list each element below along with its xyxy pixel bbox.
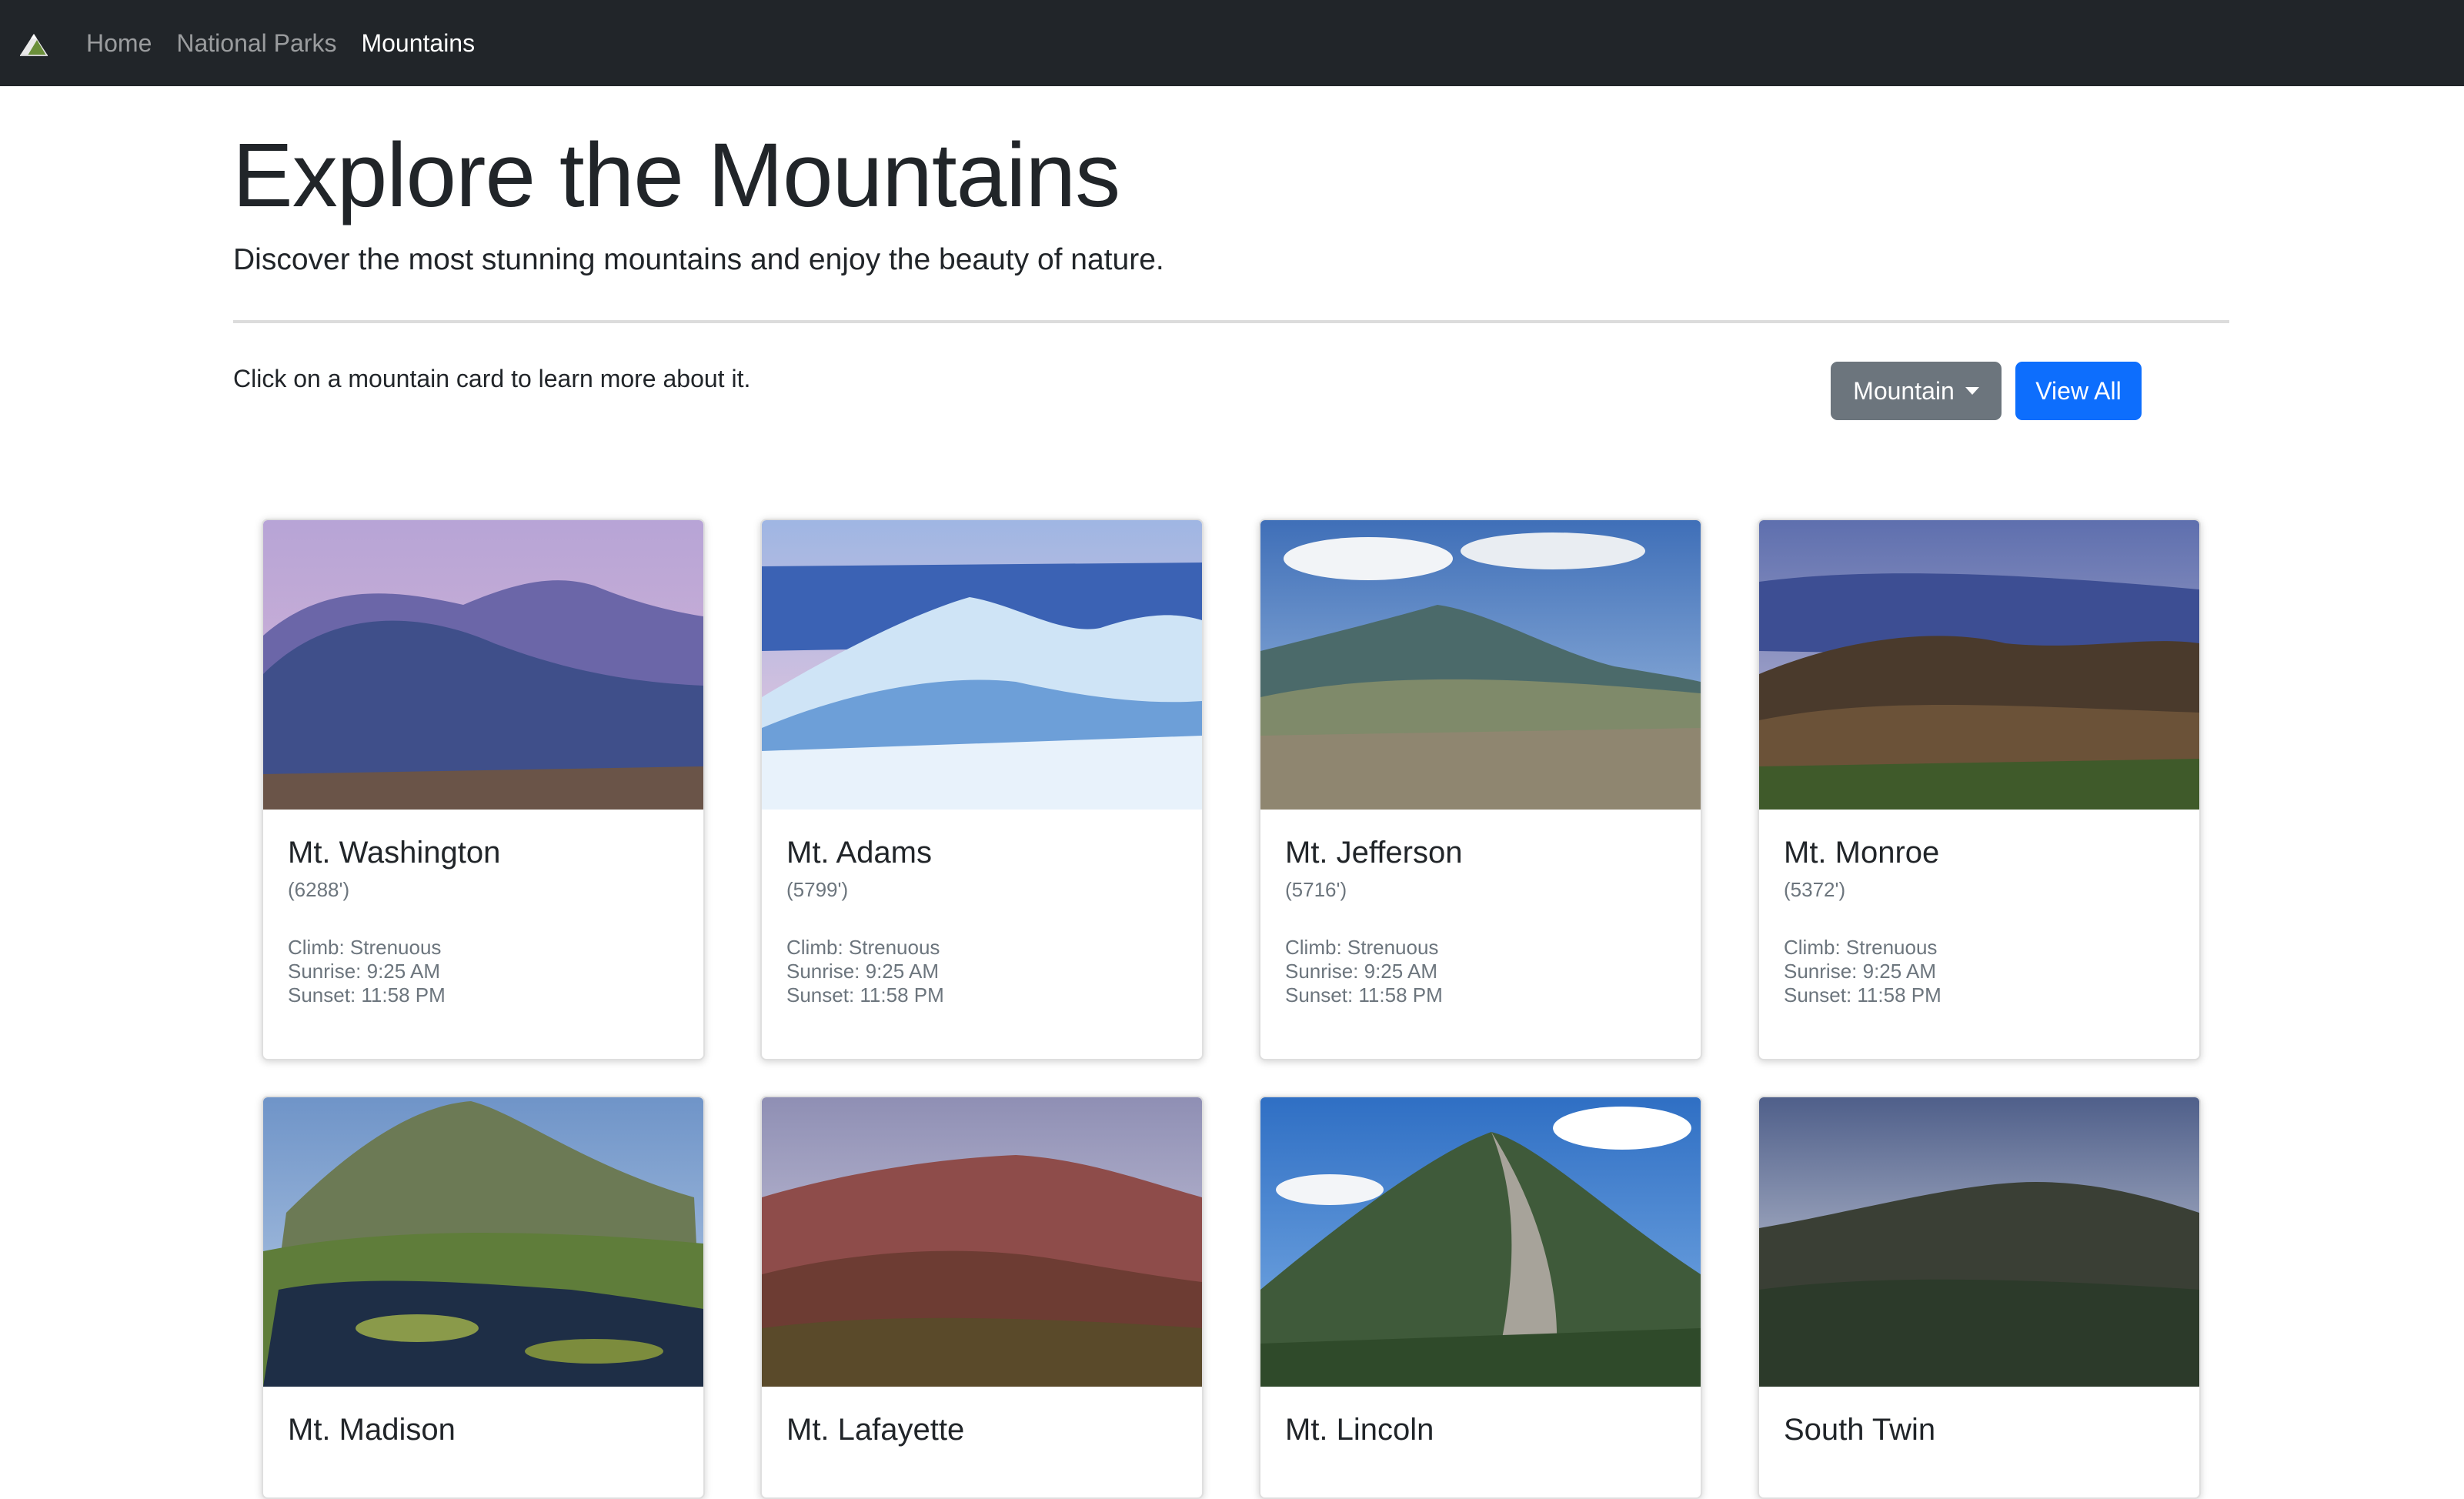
card-title: South Twin [1784,1413,1936,1447]
mountain-card-lafayette[interactable]: Mt. Lafayette [760,1096,1204,1499]
mountain-card-adams[interactable]: Mt. Adams (5799') Climb: Strenuous Sunri… [760,519,1204,1060]
mountain-photo [263,1097,703,1387]
card-sunset: Sunset: 11:58 PM [288,983,446,1007]
card-title: Mt. Madison [288,1413,456,1447]
nav-link-national-parks[interactable]: National Parks [176,29,336,58]
card-sunset: Sunset: 11:58 PM [1784,983,1941,1007]
card-sunset: Sunset: 11:58 PM [786,983,944,1007]
nav-link-mountains[interactable]: Mountains [361,29,475,58]
mountain-card-madison[interactable]: Mt. Madison [262,1096,705,1499]
mountain-logo-icon[interactable] [18,31,49,57]
instruction-text: Click on a mountain card to learn more a… [233,365,751,392]
nav-links: Home National Parks Mountains [86,0,475,86]
mountain-card-south-twin[interactable]: South Twin [1758,1096,2201,1499]
view-all-button[interactable]: View All [2015,362,2142,420]
card-details: Climb: Strenuous Sunrise: 9:25 AM Sunset… [288,936,679,1007]
card-title: Mt. Washington [288,836,501,870]
mountain-photo [1759,520,2199,810]
mountain-card-washington[interactable]: Mt. Washington (6288') Climb: Strenuous … [262,519,705,1060]
card-climb: Climb: Strenuous [1784,936,1938,959]
card-elevation: (5799') [786,878,849,901]
card-title: Mt. Lafayette [786,1413,965,1447]
card-sunrise: Sunrise: 9:25 AM [786,960,939,983]
card-sunrise: Sunrise: 9:25 AM [288,960,440,983]
card-elevation: (5716') [1285,878,1347,901]
page-title: Explore the Mountains [232,125,1120,226]
mountain-card-monroe[interactable]: Mt. Monroe (5372') Climb: Strenuous Sunr… [1758,519,2201,1060]
card-details: Climb: Strenuous Sunrise: 9:25 AM Sunset… [786,936,1177,1007]
card-title: Mt. Monroe [1784,836,1940,870]
card-title: Mt. Lincoln [1285,1413,1434,1447]
mountain-dropdown-label: Mountain [1853,376,1955,405]
card-sunrise: Sunrise: 9:25 AM [1285,960,1437,983]
card-elevation: (6288') [288,878,350,901]
card-climb: Climb: Strenuous [1285,936,1439,959]
card-climb: Climb: Strenuous [288,936,442,959]
card-elevation: (5372') [1784,878,1846,901]
divider [233,320,2229,323]
navbar: Home National Parks Mountains [0,0,2464,86]
mountain-dropdown-button[interactable]: Mountain [1831,362,2002,420]
mountain-card-lincoln[interactable]: Mt. Lincoln [1259,1096,1702,1499]
page-subtitle: Discover the most stunning mountains and… [233,243,1164,276]
card-sunset: Sunset: 11:58 PM [1285,983,1443,1007]
card-title: Mt. Adams [786,836,932,870]
mountain-photo [263,520,703,810]
mountain-photo [762,520,1202,810]
mountain-photo [1759,1097,2199,1387]
caret-down-icon [1965,387,1979,395]
card-details: Climb: Strenuous Sunrise: 9:25 AM Sunset… [1784,936,2175,1007]
nav-link-home[interactable]: Home [86,29,152,58]
card-sunrise: Sunrise: 9:25 AM [1784,960,1936,983]
mountain-card-jefferson[interactable]: Mt. Jefferson (5716') Climb: Strenuous S… [1259,519,1702,1060]
mountain-photo [1260,1097,1701,1387]
card-title: Mt. Jefferson [1285,836,1463,870]
card-details: Climb: Strenuous Sunrise: 9:25 AM Sunset… [1285,936,1676,1007]
card-climb: Climb: Strenuous [786,936,940,959]
mountain-photo [1260,520,1701,810]
mountain-photo [762,1097,1202,1387]
